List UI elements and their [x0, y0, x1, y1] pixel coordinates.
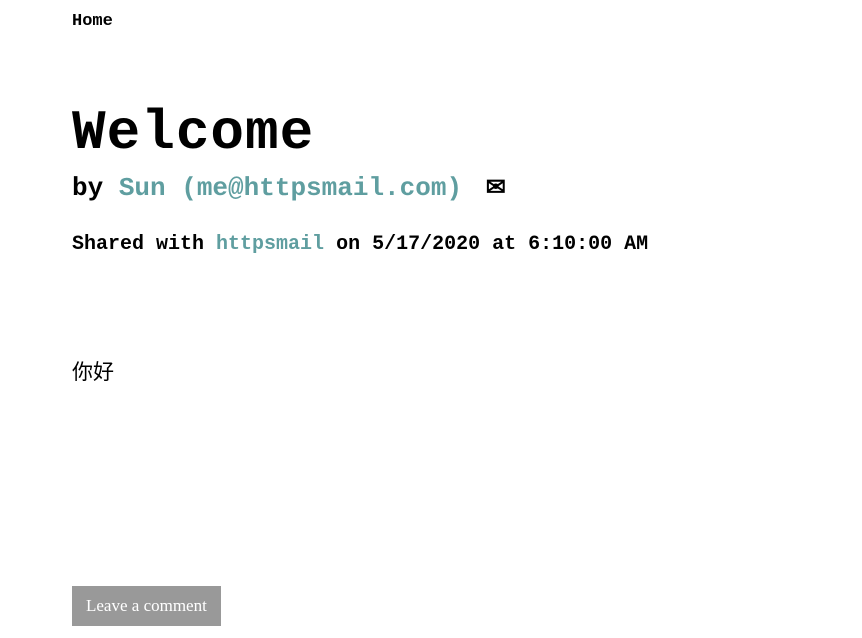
byline-prefix: by	[72, 173, 119, 203]
shared-with-line: Shared with httpsmail on 5/17/2020 at 6:…	[72, 233, 790, 256]
author-link[interactable]: Sun (me@httpsmail.com)	[119, 173, 462, 203]
nav-home-link[interactable]: Home	[72, 12, 113, 31]
post-body: 你好	[72, 356, 790, 386]
page-title: Welcome	[72, 101, 790, 165]
shared-site-link[interactable]: httpsmail	[216, 233, 324, 256]
nav-bar: Home	[72, 12, 790, 31]
envelope-icon[interactable]: ✉	[486, 176, 506, 203]
byline: by Sun (me@httpsmail.com) ✉	[72, 173, 790, 203]
shared-prefix: Shared with	[72, 233, 216, 256]
leave-comment-button[interactable]: Leave a comment	[72, 586, 221, 626]
shared-suffix: on 5/17/2020 at 6:10:00 AM	[324, 233, 648, 256]
